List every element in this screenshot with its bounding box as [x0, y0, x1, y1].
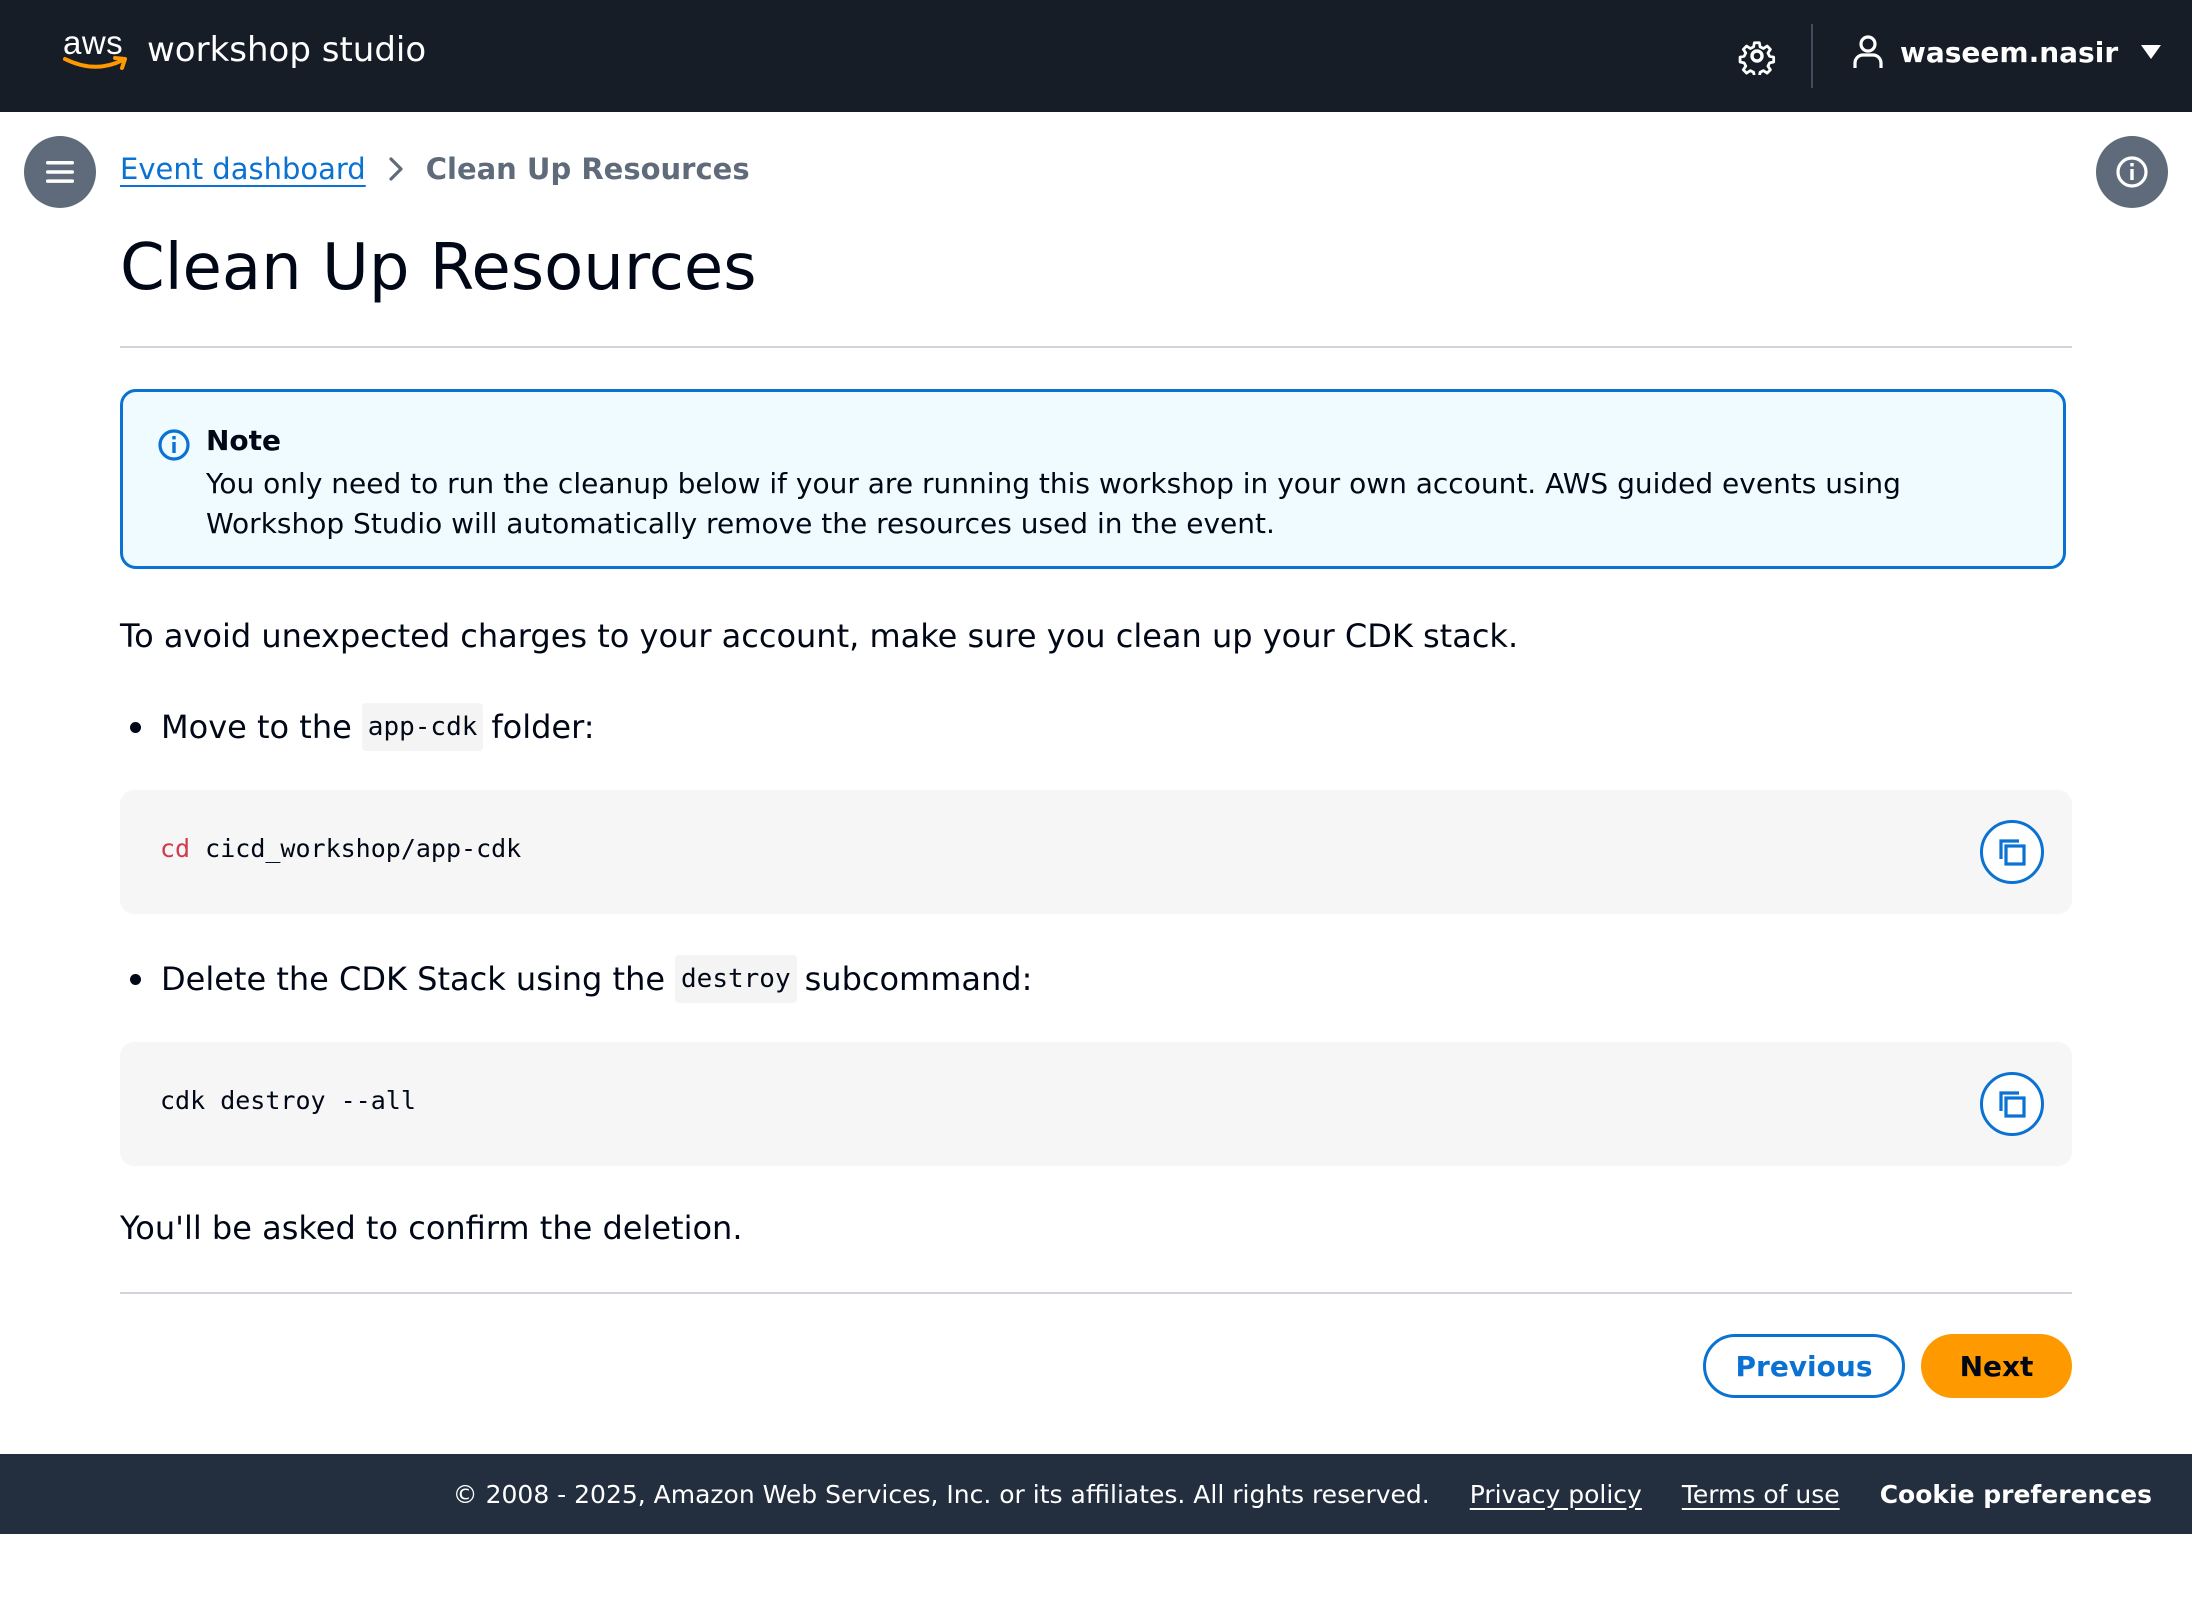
aws-logo-text: aws [63, 24, 124, 61]
hamburger-menu-icon [46, 161, 74, 183]
copy-icon [1999, 839, 2026, 866]
content-divider [120, 1292, 2072, 1294]
brand-logo[interactable]: aws workshop studio [63, 26, 426, 78]
user-name: waseem.nasir [1900, 35, 2119, 69]
info-panel-button[interactable] [2096, 136, 2168, 208]
bullet-dot [130, 721, 141, 733]
aws-logo-icon: aws [63, 26, 131, 76]
breadcrumb: Event dashboard Clean Up Resources [120, 152, 750, 186]
footer: © 2008 - 2025, Amazon Web Services, Inc.… [0, 1454, 2192, 1534]
privacy-policy-link[interactable]: Privacy policy [1470, 1480, 1642, 1509]
info-circle-icon [158, 429, 190, 461]
copy-button[interactable] [1980, 1072, 2044, 1136]
user-menu[interactable]: waseem.nasir [1852, 34, 2162, 70]
settings-gear-icon[interactable] [1738, 37, 1776, 78]
menu-toggle-button[interactable] [24, 136, 96, 208]
copy-button[interactable] [1980, 820, 2044, 884]
code-args: cicd_workshop/app-cdk [190, 834, 522, 863]
note-body: You only need to run the cleanup below i… [206, 467, 1901, 540]
code-text: cdk destroy --all [160, 1086, 416, 1115]
step2-text-after: subcommand: [804, 960, 1033, 998]
breadcrumb-link-event-dashboard[interactable]: Event dashboard [120, 152, 366, 186]
step2-text-before: Delete the CDK Stack using the [161, 960, 666, 998]
brand-name: workshop studio [147, 30, 427, 70]
user-icon [1853, 35, 1883, 68]
breadcrumb-current: Clean Up Resources [425, 152, 750, 186]
page-title: Clean Up Resources [120, 231, 757, 305]
previous-button[interactable]: Previous [1703, 1334, 1905, 1398]
code-text: cd cicd_workshop/app-cdk [160, 834, 521, 863]
cookie-preferences-link[interactable]: Cookie preferences [1880, 1480, 2152, 1509]
note-alert: Note You only need to run the cleanup be… [120, 389, 2066, 569]
top-navigation-bar: aws workshop studio waseem.nasir [0, 0, 2192, 112]
next-button[interactable]: Next [1921, 1334, 2072, 1398]
outro-paragraph: You'll be asked to confirm the deletion. [120, 1209, 743, 1247]
info-icon [2116, 156, 2148, 188]
code-block-destroy: cdk destroy --all [120, 1042, 2072, 1166]
step-destroy-stack: Delete the CDK Stack using the destroy s… [130, 955, 1032, 1003]
title-divider [120, 346, 2072, 348]
terms-of-use-link[interactable]: Terms of use [1682, 1480, 1840, 1509]
note-title: Note [206, 424, 282, 457]
intro-paragraph: To avoid unexpected charges to your acco… [120, 617, 1519, 655]
step-move-folder: Move to the app-cdk folder: [130, 703, 594, 751]
caret-down-icon [2141, 45, 2162, 59]
step1-inline-code: app-cdk [361, 703, 484, 751]
step2-inline-code: destroy [675, 955, 797, 1003]
step1-text-before: Move to the [161, 708, 352, 746]
code-block-cd: cd cicd_workshop/app-cdk [120, 790, 2072, 914]
code-keyword: cd [160, 834, 191, 863]
bullet-dot [130, 973, 141, 985]
footer-copyright: © 2008 - 2025, Amazon Web Services, Inc.… [452, 1479, 1430, 1509]
step1-text-after: folder: [491, 708, 595, 746]
copy-icon [1999, 1091, 2026, 1118]
chevron-right-icon [388, 156, 404, 182]
nav-divider [1811, 24, 1813, 88]
